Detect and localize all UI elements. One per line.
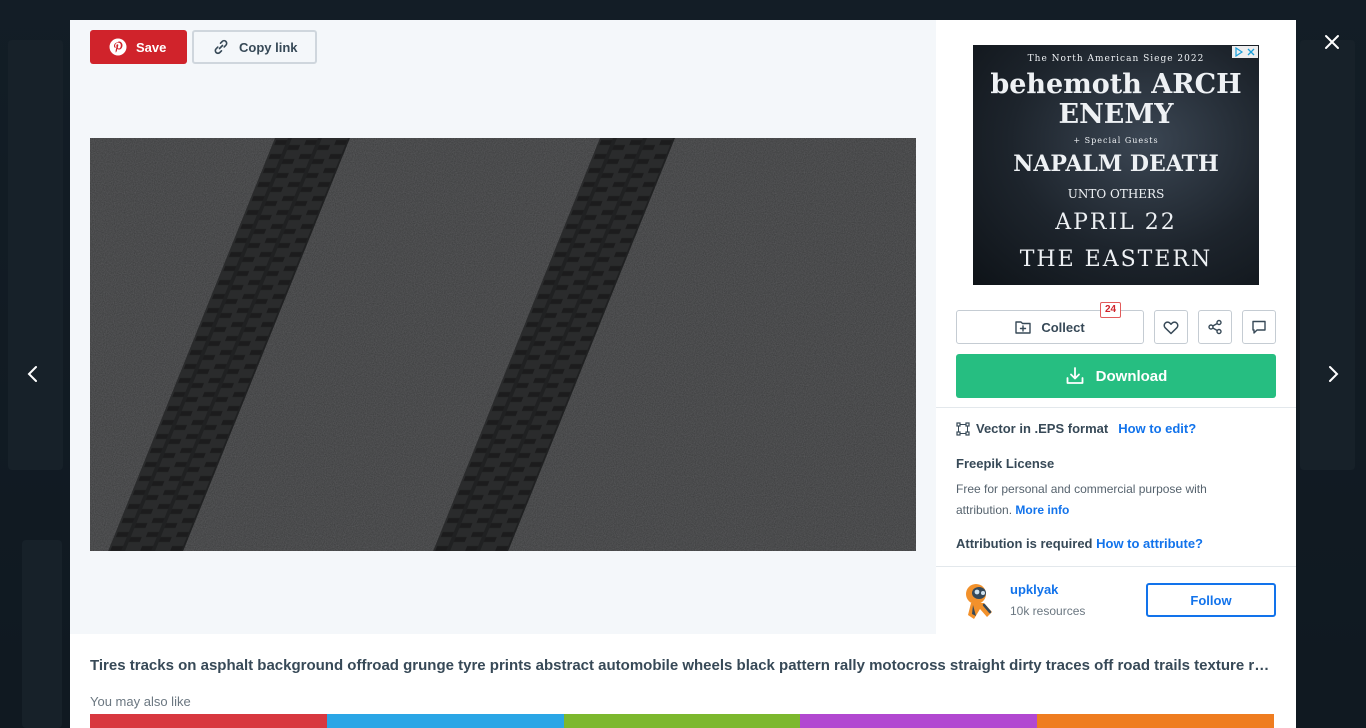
author-avatar[interactable] [960,581,996,621]
resource-preview-image[interactable] [90,138,916,551]
ad-special-guests: + Special Guests [1073,136,1159,145]
ad-choices-icon[interactable] [1232,46,1258,58]
related-thumbnail[interactable] [326,714,564,728]
link-icon [214,39,228,55]
ad-date: APRIL 22 [1055,210,1177,235]
action-bar: Collect 24 [956,302,1276,344]
license-title: Freepik License [956,456,1055,471]
format-label: Vector in .EPS format [976,421,1109,436]
next-arrow-icon[interactable] [1318,358,1350,390]
preview-area: Save Copy link [70,20,936,634]
collect-label: Collect [1041,319,1085,335]
related-thumbnail[interactable] [563,714,801,728]
follow-button[interactable]: Follow [1146,583,1276,617]
license-text: Free for personal and commercial purpose… [956,482,1207,517]
author-name[interactable]: upklyak [1010,582,1058,597]
download-icon [1066,367,1084,384]
how-to-edit-link[interactable]: How to edit? [1118,421,1196,436]
close-icon[interactable] [1316,28,1348,56]
ad-venue: THE EASTERN [1019,247,1213,272]
divider [936,407,1296,408]
heart-icon [1163,320,1179,334]
related-thumbnail[interactable] [800,714,1038,728]
copy-link-label: Copy link [239,39,298,55]
share-button[interactable] [1198,310,1232,344]
resource-description: Tires tracks on asphalt background offro… [90,657,1276,674]
format-info: Vector in .EPS format How to edit? [956,421,1196,436]
tire-tracks-image [90,138,916,551]
ad-support-1: NAPALM DEATH [1013,151,1219,177]
attribution-row: Attribution is required How to attribute… [956,536,1203,551]
license-description: Free for personal and commercial purpose… [956,479,1266,521]
related-thumbnail[interactable] [1037,714,1274,728]
ad-support-2: UNTO OTHERS [1067,187,1165,201]
advertisement-banner[interactable]: The North American Siege 2022 behemoth A… [973,45,1259,285]
ad-tour-name: The North American Siege 2022 [1027,54,1205,64]
copy-link-button[interactable]: Copy link [192,30,317,64]
download-button[interactable]: Download [956,354,1276,398]
share-icon [1208,319,1222,335]
pinterest-save-button[interactable]: Save [90,30,187,64]
previous-arrow-icon[interactable] [16,358,48,390]
related-heading: You may also like [90,694,191,709]
download-label: Download [1095,367,1168,385]
attribution-label: Attribution is required [956,536,1093,551]
related-thumbnails [90,714,1274,728]
related-thumbnail[interactable] [90,714,327,728]
folder-add-icon [1015,321,1032,334]
save-label: Save [136,39,167,55]
more-info-link[interactable]: More info [1015,503,1069,517]
ad-headliner-1: behemoth [990,69,1142,100]
comment-button[interactable] [1242,310,1276,344]
how-to-attribute-link[interactable]: How to attribute? [1096,536,1203,551]
ad-headliners: behemoth ARCH ENEMY [973,70,1259,130]
comment-icon [1252,320,1266,334]
details-sidebar: The North American Siege 2022 behemoth A… [936,20,1296,634]
vector-format-icon [956,421,970,436]
author-resources-count: 10k resources [1010,604,1086,618]
like-count-badge: 24 [1100,302,1122,318]
author-card: upklyak 10k resources Follow [936,567,1296,634]
pinterest-icon [109,38,127,56]
resource-modal: Save Copy link The North American Siege … [70,20,1296,728]
like-button[interactable] [1154,310,1188,344]
